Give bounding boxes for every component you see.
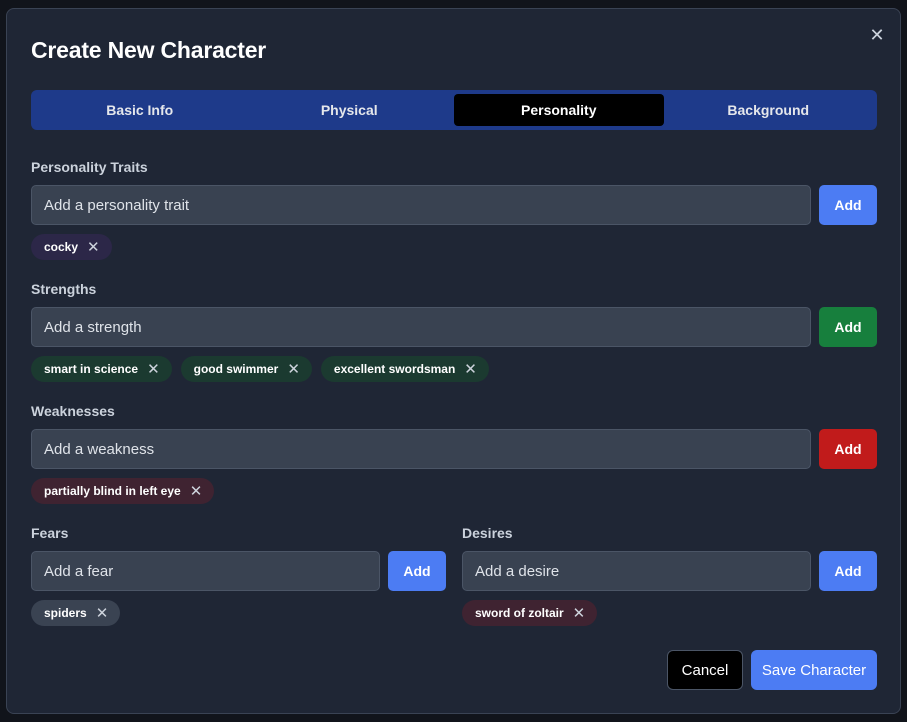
tag-label: spiders [44,606,87,620]
strength-input[interactable] [31,307,811,347]
weakness-input[interactable] [31,429,811,469]
tag-label: good swimmer [193,362,279,376]
desire-tags: sword of zoltair ✕ [462,600,877,626]
add-weakness-button[interactable]: Add [819,429,877,469]
tab-background[interactable]: Background [664,94,874,126]
tag-chip: good swimmer ✕ [180,356,312,382]
desire-input[interactable] [462,551,811,591]
trait-tags: cocky ✕ [31,234,877,260]
fear-tags: spiders ✕ [31,600,446,626]
add-trait-button[interactable]: Add [819,185,877,225]
dialog-title: Create New Character [31,37,267,63]
fears-section: Fears Add spiders ✕ [31,524,446,626]
personality-trait-input[interactable] [31,185,811,225]
personality-traits-section: Personality Traits Add cocky ✕ [31,158,877,260]
remove-tag-icon[interactable]: ✕ [190,484,203,499]
tag-chip: smart in science ✕ [31,356,172,382]
tag-chip: cocky ✕ [31,234,112,260]
tab-basic-info[interactable]: Basic Info [35,94,245,126]
fear-input[interactable] [31,551,380,591]
add-desire-button[interactable]: Add [819,551,877,591]
weaknesses-label: Weaknesses [31,403,115,419]
tag-label: smart in science [44,362,139,376]
tag-label: excellent swordsman [333,362,456,376]
tag-chip: sword of zoltair ✕ [462,600,598,626]
add-strength-button[interactable]: Add [819,307,877,347]
create-character-dialog: ✕ Create New Character Basic Info Physic… [6,8,901,714]
desires-label: Desires [462,525,513,541]
weakness-tags: partially blind in left eye ✕ [31,478,877,504]
remove-tag-icon[interactable]: ✕ [147,362,160,377]
weaknesses-section: Weaknesses Add partially blind in left e… [31,402,877,504]
tab-personality[interactable]: Personality [454,94,664,126]
add-fear-button[interactable]: Add [388,551,446,591]
remove-tag-icon[interactable]: ✕ [96,606,109,621]
strength-tags: smart in science ✕ good swimmer ✕ excell… [31,356,877,382]
tag-label: cocky [44,240,79,254]
tab-physical[interactable]: Physical [245,94,455,126]
remove-tag-icon[interactable]: ✕ [87,240,100,255]
remove-tag-icon[interactable]: ✕ [464,362,477,377]
tab-bar: Basic Info Physical Personality Backgrou… [31,90,877,130]
desires-section: Desires Add sword of zoltair ✕ [462,524,877,626]
tag-chip: partially blind in left eye ✕ [31,478,215,504]
remove-tag-icon[interactable]: ✕ [287,362,300,377]
close-icon[interactable]: ✕ [868,26,886,44]
tag-chip: excellent swordsman ✕ [320,356,489,382]
personality-traits-label: Personality Traits [31,159,148,175]
remove-tag-icon[interactable]: ✕ [573,606,586,621]
tag-chip: spiders ✕ [31,600,121,626]
tag-label: partially blind in left eye [44,484,181,498]
fears-label: Fears [31,525,69,541]
strengths-label: Strengths [31,281,97,297]
tag-label: sword of zoltair [475,606,564,620]
cancel-button[interactable]: Cancel [667,650,743,690]
save-character-button[interactable]: Save Character [751,650,877,690]
strengths-section: Strengths Add smart in science ✕ good sw… [31,280,877,382]
